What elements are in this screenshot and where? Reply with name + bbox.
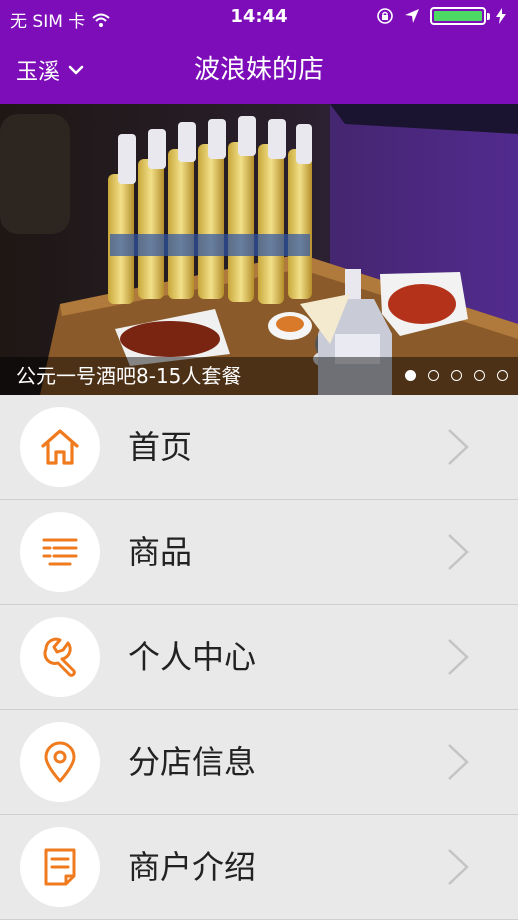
- page-title: 波浪妹的店: [193, 55, 324, 85]
- chevron-right-icon: [448, 849, 469, 885]
- menu-item-label: 首页: [128, 428, 193, 466]
- menu-item-home[interactable]: 首页: [0, 395, 518, 500]
- menu-icon-circle: [20, 512, 100, 592]
- battery-icon: [430, 7, 490, 25]
- list-icon: [42, 538, 78, 566]
- chevron-right-icon: [448, 429, 469, 465]
- menu-item-products[interactable]: 商品: [0, 500, 518, 605]
- menu-item-personal-center[interactable]: 个人中心: [0, 605, 518, 710]
- menu-item-branch-info[interactable]: 分店信息: [0, 710, 518, 815]
- charging-bolt-icon: [496, 8, 506, 24]
- navigation-bar: 玉溪 波浪妹的店: [0, 36, 518, 104]
- menu-icon-circle: [20, 407, 100, 487]
- carousel-dot[interactable]: [474, 370, 485, 381]
- banner-carousel[interactable]: 公元一号酒吧8-15人套餐: [0, 104, 518, 395]
- menu-icon-circle: [20, 722, 100, 802]
- location-pin-icon: [44, 741, 76, 783]
- wrench-icon: [43, 637, 76, 677]
- location-arrow-icon: [405, 9, 419, 23]
- banner-caption-bar: 公元一号酒吧8-15人套餐: [0, 357, 518, 395]
- menu-item-label: 商品: [128, 533, 193, 571]
- banner-photo: [0, 104, 518, 395]
- banner-caption: 公元一号酒吧8-15人套餐: [16, 364, 242, 388]
- document-icon: [44, 848, 76, 886]
- menu-icon-circle: [20, 827, 100, 907]
- status-bar: 无 SIM 卡 14:44: [0, 0, 518, 36]
- orientation-lock-icon: [377, 8, 393, 24]
- carousel-pagination[interactable]: [405, 370, 508, 381]
- main-menu: 首页 商品 个人中心 分店信息 商户介绍: [0, 395, 518, 920]
- status-right: [376, 7, 506, 25]
- carousel-dot[interactable]: [497, 370, 508, 381]
- carousel-dot[interactable]: [451, 370, 462, 381]
- chevron-right-icon: [448, 639, 469, 675]
- carousel-dot[interactable]: [428, 370, 439, 381]
- menu-item-label: 分店信息: [128, 743, 257, 781]
- menu-item-label: 个人中心: [128, 638, 257, 676]
- home-icon: [41, 429, 79, 465]
- chevron-right-icon: [448, 744, 469, 780]
- chevron-right-icon: [448, 534, 469, 570]
- carousel-dot[interactable]: [405, 370, 416, 381]
- menu-item-merchant-intro[interactable]: 商户介绍: [0, 815, 518, 920]
- menu-icon-circle: [20, 617, 100, 697]
- menu-item-label: 商户介绍: [128, 848, 257, 886]
